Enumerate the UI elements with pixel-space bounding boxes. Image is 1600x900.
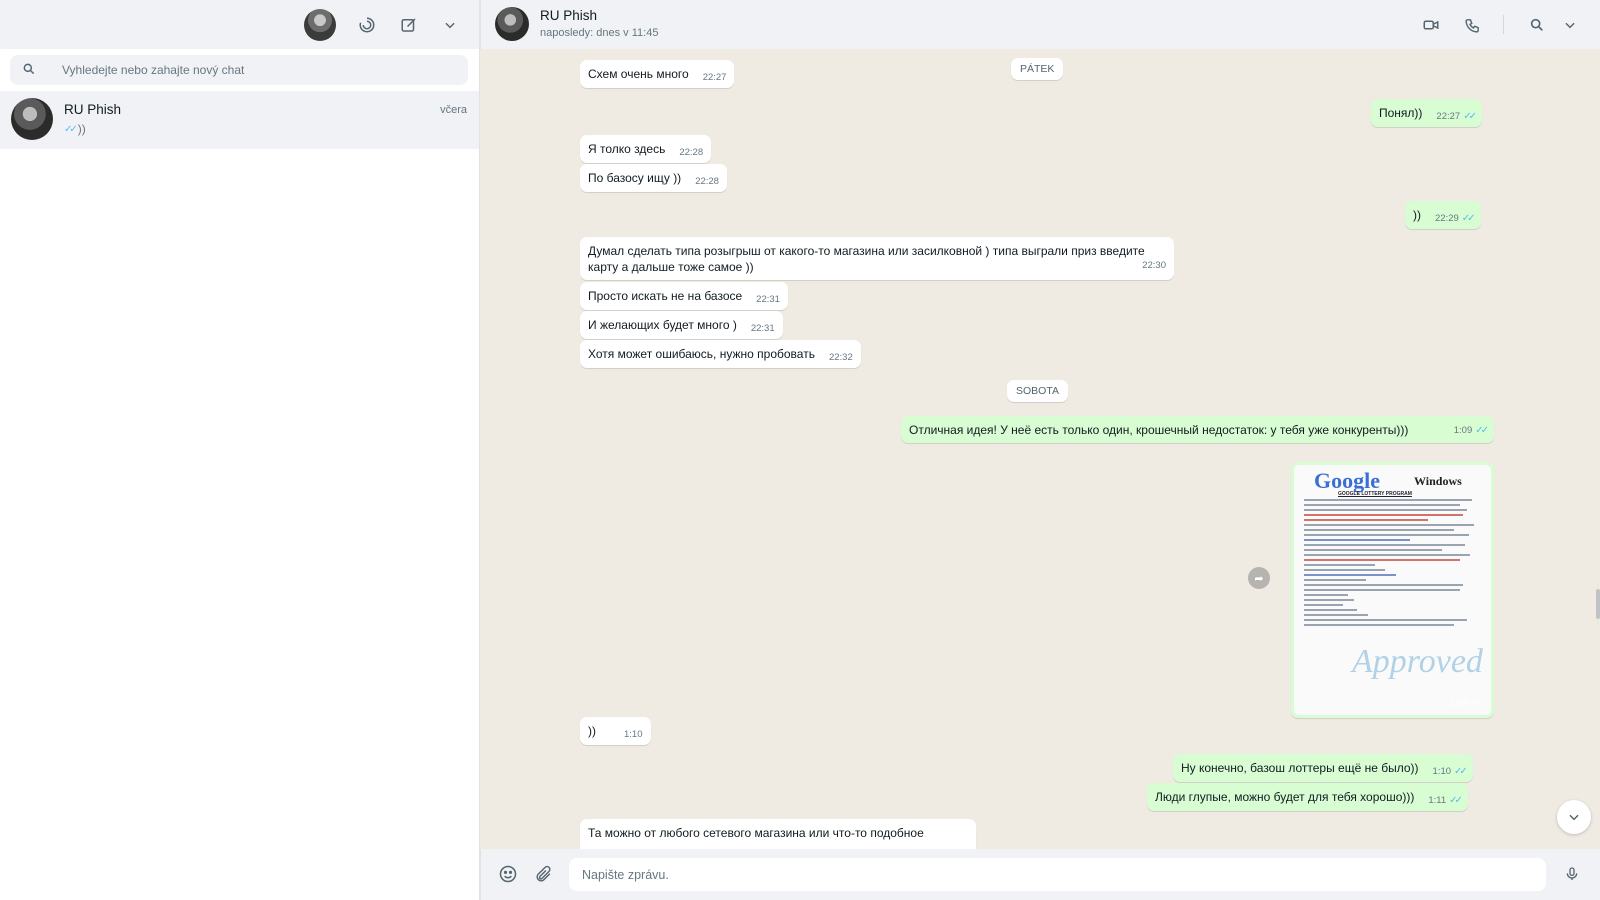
read-tick-icon: ✓✓	[1475, 425, 1489, 436]
image-meta: 1:09 ✓✓	[1450, 698, 1484, 709]
message-bubble-incoming[interactable]: Думал сделать типа розыгрыш от какого-то…	[580, 237, 1174, 280]
message-time: 22:32	[828, 352, 853, 363]
chat-preview-text: ))	[77, 122, 86, 136]
message-text: И желающих будет много )	[588, 318, 737, 332]
message-time: 22:27	[1436, 111, 1461, 122]
image-message[interactable]: Google Windows GOOGLE LOTTERY PROGRAM Ap…	[1291, 462, 1494, 718]
message-text: ))	[1413, 208, 1421, 222]
date-chip: PÁTEK	[1011, 58, 1064, 80]
message-bubble-outgoing[interactable]: Люди глупые, можно будет для тебя хорошо…	[1147, 783, 1468, 811]
message-bubble-incoming[interactable]: Схем очень много 22:27	[580, 60, 735, 88]
message-text: Ну конечно, базош лоттеры ещё не было))	[1181, 761, 1419, 775]
read-tick-icon: ✓✓	[1449, 795, 1463, 806]
status-icon[interactable]	[356, 14, 378, 36]
document-text-lines	[1304, 499, 1481, 629]
read-tick-icon: ✓✓	[1454, 766, 1468, 777]
message-text: Схем очень много	[588, 67, 689, 81]
message-time: 22:28	[679, 147, 704, 158]
left-header	[0, 0, 479, 49]
contact-name: RU Phish	[540, 8, 598, 23]
message-bubble-outgoing[interactable]: )) 22:29 ✓✓	[1405, 201, 1481, 229]
message-time: 1:11	[1428, 795, 1447, 806]
message-time: 22:28	[695, 176, 719, 187]
search-box	[10, 55, 468, 85]
document-subtitle: GOOGLE LOTTERY PROGRAM	[1338, 491, 1412, 497]
read-tick-icon: ✓✓	[1461, 213, 1476, 224]
message-time: 22:31	[750, 323, 775, 334]
emoji-icon[interactable]	[497, 863, 519, 885]
message-bubble-outgoing[interactable]: Понял)) 22:27 ✓✓	[1371, 99, 1482, 127]
lottery-document-image[interactable]: Google Windows GOOGLE LOTTERY PROGRAM Ap…	[1294, 465, 1491, 715]
search-icon	[22, 62, 38, 78]
read-tick-icon: ✓✓	[1470, 698, 1484, 709]
video-call-icon[interactable]	[1420, 14, 1442, 36]
message-time: 1:09	[1450, 698, 1468, 708]
message-text: Просто искать не на базосе	[588, 289, 743, 303]
message-bubble-incoming[interactable]: Хотя может ошибаюсь, нужно пробовать 22:…	[580, 340, 861, 368]
message-time: 22:27	[702, 72, 727, 83]
windows-logo-text: Windows	[1414, 474, 1462, 488]
message-bubble-outgoing[interactable]: Ну конечно, базош лоттеры ещё не было)) …	[1173, 754, 1473, 782]
read-tick-icon: ✓✓	[64, 123, 78, 135]
chat-preview: ✓✓ ))	[64, 122, 86, 136]
message-time: 1:10	[1432, 766, 1452, 777]
message-time: 22:29	[1435, 213, 1459, 224]
header-divider	[1503, 15, 1504, 34]
message-list[interactable]: PÁTEK Схем очень много 22:27 Понял)) 22:…	[480, 49, 1600, 849]
chat-time: včera	[440, 104, 467, 116]
message-time: 1:10	[624, 729, 643, 740]
message-input[interactable]	[569, 858, 1546, 891]
forward-icon[interactable]: ➦	[1248, 567, 1270, 589]
read-tick-icon: ✓✓	[1463, 111, 1477, 122]
message-bubble-incoming[interactable]: Та можно от любого сетевого магазина или…	[580, 819, 976, 849]
menu-chevron-icon[interactable]	[1559, 14, 1581, 36]
message-text: ))	[588, 724, 596, 738]
message-time: 1:09	[1453, 425, 1473, 436]
new-chat-icon[interactable]	[398, 14, 420, 36]
message-text: Думал сделать типа розыгрыш от какого-то…	[588, 244, 1145, 274]
message-text: Я толко здесь	[588, 142, 666, 156]
profile-avatar[interactable]	[304, 9, 336, 41]
microphone-icon[interactable]	[1561, 863, 1583, 885]
avatar	[11, 98, 53, 140]
message-text: По базосу ищу ))	[588, 171, 682, 185]
message-text: Та можно от любого сетевого магазина или…	[588, 826, 924, 840]
date-chip: SOBOTA	[1007, 380, 1068, 402]
composer	[480, 849, 1600, 900]
attach-icon[interactable]	[532, 863, 554, 885]
message-text: Отличная идея! У неё есть только один, к…	[909, 423, 1409, 437]
chat-list-item[interactable]: RU Phish včera ✓✓ ))	[0, 91, 479, 149]
message-bubble-incoming[interactable]: Я толко здесь 22:28	[580, 135, 712, 163]
scrollbar-thumb[interactable]	[1596, 589, 1600, 619]
message-bubble-outgoing[interactable]: Отличная идея! У неё есть только один, к…	[901, 416, 1494, 443]
conversation-panel: RU Phish naposledy: dnes v 11:45 PÁTEK С…	[480, 0, 1600, 900]
search-input[interactable]	[62, 55, 462, 85]
message-bubble-incoming[interactable]: По базосу ищу )) 22:28	[580, 164, 727, 192]
approved-stamp: Approved	[1352, 643, 1483, 680]
scroll-down-button[interactable]	[1557, 800, 1591, 834]
message-text: Люди глупые, можно будет для тебя хорошо…	[1155, 790, 1415, 804]
search-icon[interactable]	[1526, 14, 1548, 36]
message-text: Понял))	[1379, 106, 1423, 120]
message-bubble-incoming[interactable]: Просто искать не на базосе 22:31	[580, 282, 788, 310]
message-text: Хотя может ошибаюсь, нужно пробовать	[588, 347, 815, 361]
avatar[interactable]	[495, 7, 529, 41]
contact-status: naposledy: dnes v 11:45	[540, 27, 659, 39]
message-time: 22:31	[756, 294, 780, 305]
menu-chevron-icon[interactable]	[439, 14, 461, 36]
chat-name: RU Phish	[64, 102, 122, 117]
message-bubble-incoming[interactable]: )) 1:10	[580, 717, 651, 745]
voice-call-icon[interactable]	[1461, 14, 1483, 36]
message-time: 22:30	[1142, 260, 1166, 271]
message-bubble-incoming[interactable]: И желающих будет много ) 22:31	[580, 311, 783, 339]
conversation-header[interactable]: RU Phish naposledy: dnes v 11:45	[480, 0, 1600, 49]
chat-list-panel: RU Phish včera ✓✓ ))	[0, 0, 480, 900]
